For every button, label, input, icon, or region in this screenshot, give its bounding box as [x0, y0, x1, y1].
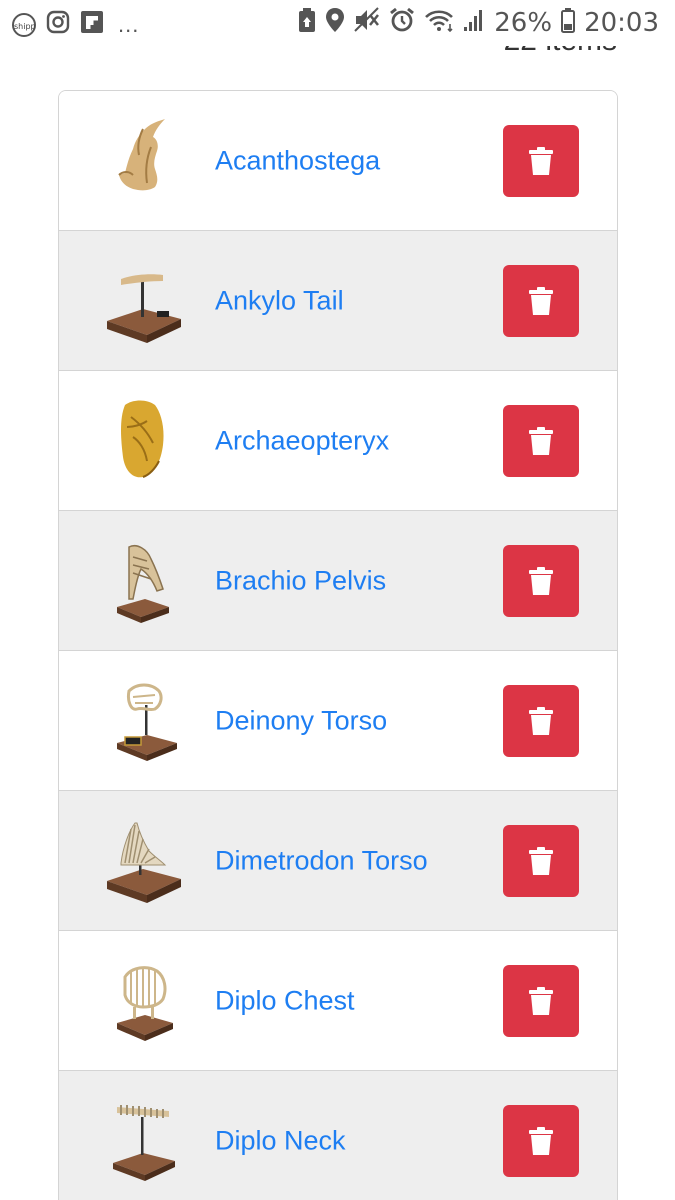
fossil-on-stand-icon: [103, 957, 183, 1045]
signal-icon: [463, 8, 485, 37]
fossil-on-stand-icon: [103, 1097, 183, 1185]
delete-button[interactable]: [503, 265, 579, 337]
alarm-icon: [389, 7, 415, 38]
item-name-link[interactable]: Acanthostega: [215, 145, 380, 176]
list-item[interactable]: Archaeopteryx: [59, 371, 617, 511]
delete-button[interactable]: [503, 1105, 579, 1177]
trash-icon: [529, 287, 553, 315]
mute-icon: [354, 7, 380, 38]
shipp-icon: shipp: [12, 12, 36, 37]
delete-button[interactable]: [503, 405, 579, 477]
item-name-link[interactable]: Archaeopteryx: [215, 425, 389, 456]
more-notifications: ...: [118, 11, 140, 37]
battery-saver-icon: [298, 7, 316, 38]
trash-icon: [529, 427, 553, 455]
delete-button[interactable]: [503, 125, 579, 197]
instagram-icon: [46, 10, 70, 39]
list-item[interactable]: Diplo Chest: [59, 931, 617, 1071]
trash-icon: [529, 1127, 553, 1155]
item-name-link[interactable]: Dimetrodon Torso: [215, 845, 428, 876]
fossil-on-stand-icon: [103, 817, 183, 905]
trash-icon: [529, 567, 553, 595]
list-item[interactable]: Dimetrodon Torso: [59, 791, 617, 931]
list-item[interactable]: Acanthostega: [59, 91, 617, 231]
clock: 20:03: [584, 7, 659, 38]
battery-percent: 26%: [494, 7, 553, 38]
battery-icon: [561, 7, 576, 38]
fossil-on-stand-icon: [103, 257, 183, 345]
status-right: 26% 20:03: [298, 7, 659, 38]
screen: shipp ... 26% 20:03 Acanthostega Ankylo …: [0, 0, 675, 1200]
delete-button[interactable]: [503, 685, 579, 757]
delete-button[interactable]: [503, 825, 579, 897]
fossil-fragment-icon: [103, 117, 183, 205]
trash-icon: [529, 707, 553, 735]
status-left: shipp ...: [12, 10, 139, 39]
item-name-link[interactable]: Deinony Torso: [215, 705, 387, 736]
items-list: Acanthostega Ankylo Tail Archaeopteryx B…: [58, 90, 618, 1200]
item-name-link[interactable]: Diplo Neck: [215, 1125, 346, 1156]
delete-button[interactable]: [503, 965, 579, 1037]
trash-icon: [529, 987, 553, 1015]
status-bar: shipp ... 26% 20:03: [0, 0, 675, 46]
list-item[interactable]: Diplo Neck: [59, 1071, 617, 1200]
fossil-slab-icon: [103, 397, 183, 485]
item-name-link[interactable]: Diplo Chest: [215, 985, 355, 1016]
list-item[interactable]: Ankylo Tail: [59, 231, 617, 371]
item-name-link[interactable]: Brachio Pelvis: [215, 565, 386, 596]
wifi-icon: [424, 8, 454, 37]
delete-button[interactable]: [503, 545, 579, 617]
item-name-link[interactable]: Ankylo Tail: [215, 285, 344, 316]
fossil-on-stand-icon: [103, 677, 183, 765]
trash-icon: [529, 847, 553, 875]
list-item[interactable]: Brachio Pelvis: [59, 511, 617, 651]
fossil-on-stand-icon: [103, 537, 183, 625]
list-item[interactable]: Deinony Torso: [59, 651, 617, 791]
location-icon: [325, 7, 345, 38]
trash-icon: [529, 147, 553, 175]
flipboard-icon: [80, 10, 104, 39]
